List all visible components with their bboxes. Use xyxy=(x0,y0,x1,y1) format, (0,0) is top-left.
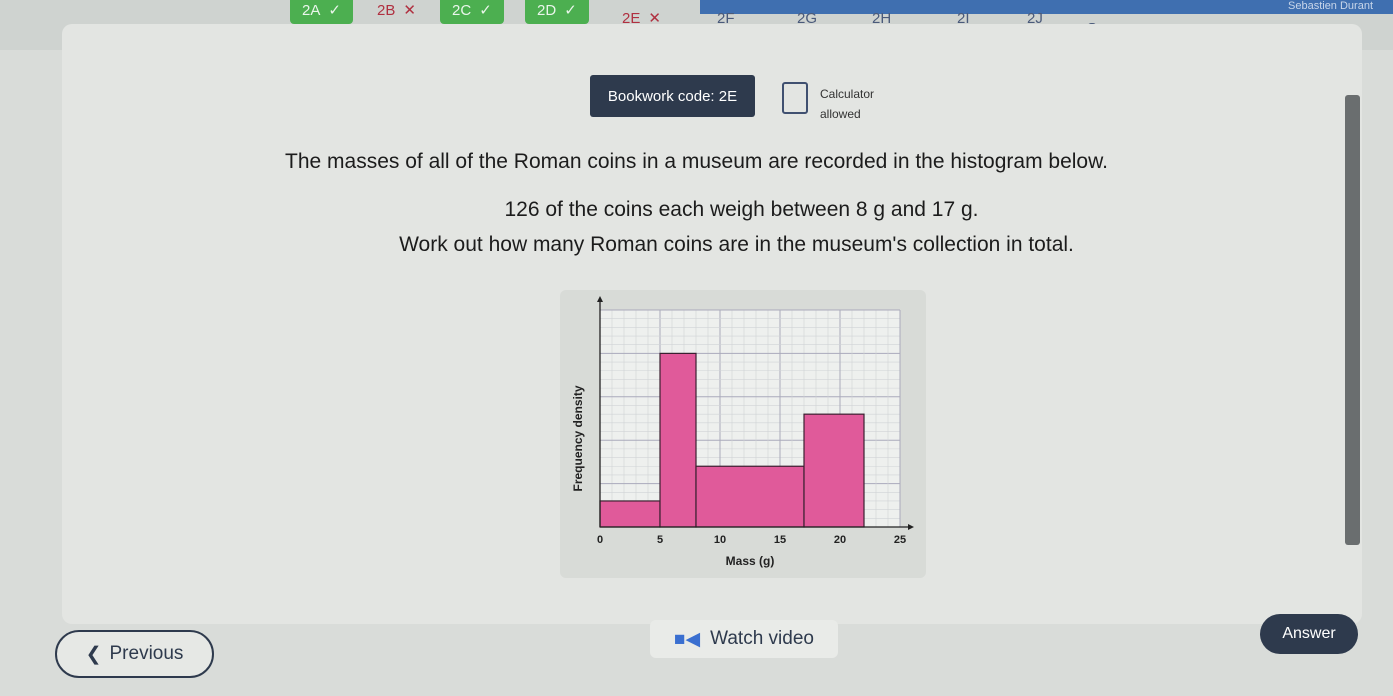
histogram-bar xyxy=(803,413,865,528)
calculator-check-icon xyxy=(782,82,808,114)
cross-icon: ✕ xyxy=(403,2,416,19)
question-line-2: 126 of the coins each weigh between 8 g … xyxy=(504,198,979,221)
watch-video-button[interactable]: ■◀ Watch video xyxy=(650,620,838,658)
previous-button[interactable]: ❮ Previous xyxy=(55,630,214,678)
x-axis-label: Mass (g) xyxy=(726,554,775,568)
x-tick-label: 10 xyxy=(714,534,726,546)
watch-video-label: Watch video xyxy=(710,628,814,649)
histogram-bar xyxy=(659,352,697,528)
histogram-card: 0 5 10 15 20 25 Mass (g) Frequency density xyxy=(560,290,926,578)
scrollbar[interactable] xyxy=(1345,95,1360,545)
tab-label: 2A xyxy=(302,1,321,19)
calculator-status: Calculator allowed xyxy=(820,84,874,124)
tab-2a[interactable]: 2A ✓ xyxy=(290,0,353,24)
answer-button[interactable]: Answer xyxy=(1260,614,1358,654)
tab-2c[interactable]: 2C ✓ xyxy=(440,0,504,24)
x-tick-label: 25 xyxy=(894,534,906,546)
x-tick-label: 0 xyxy=(597,534,603,546)
x-axis-arrow xyxy=(908,524,914,530)
user-name: Sebastien Durant xyxy=(1288,0,1373,12)
check-icon: ✓ xyxy=(564,2,577,19)
x-tick-label: 20 xyxy=(834,534,846,546)
tab-2b[interactable]: 2B ✕ xyxy=(365,0,428,24)
histogram-bar xyxy=(695,465,805,528)
histogram: 0 5 10 15 20 25 Mass (g) Frequency density xyxy=(571,296,914,568)
calc-line2: allowed xyxy=(820,107,861,121)
previous-label: Previous xyxy=(109,643,184,664)
y-axis-label: Frequency density xyxy=(571,385,585,491)
y-axis-arrow xyxy=(597,296,603,302)
check-icon: ✓ xyxy=(328,2,341,19)
bookwork-code: Bookwork code: 2E xyxy=(590,75,755,117)
question-line-3: Work out how many Roman coins are in the… xyxy=(399,233,1074,256)
histogram-bar xyxy=(599,500,661,528)
tab-label: 2D xyxy=(537,1,557,19)
x-tick-label: 5 xyxy=(657,534,663,546)
chevron-left-icon: ❮ xyxy=(85,643,102,665)
tab-2d[interactable]: 2D ✓ xyxy=(525,0,589,24)
tab-label: 2C xyxy=(452,1,472,19)
tab-label: 2B xyxy=(377,1,396,19)
question-line-1: The masses of all of the Roman coins in … xyxy=(285,150,1108,173)
check-icon: ✓ xyxy=(479,2,492,19)
x-tick-label: 15 xyxy=(774,534,786,546)
calc-line1: Calculator xyxy=(820,87,875,101)
video-icon: ■◀ xyxy=(674,628,701,650)
